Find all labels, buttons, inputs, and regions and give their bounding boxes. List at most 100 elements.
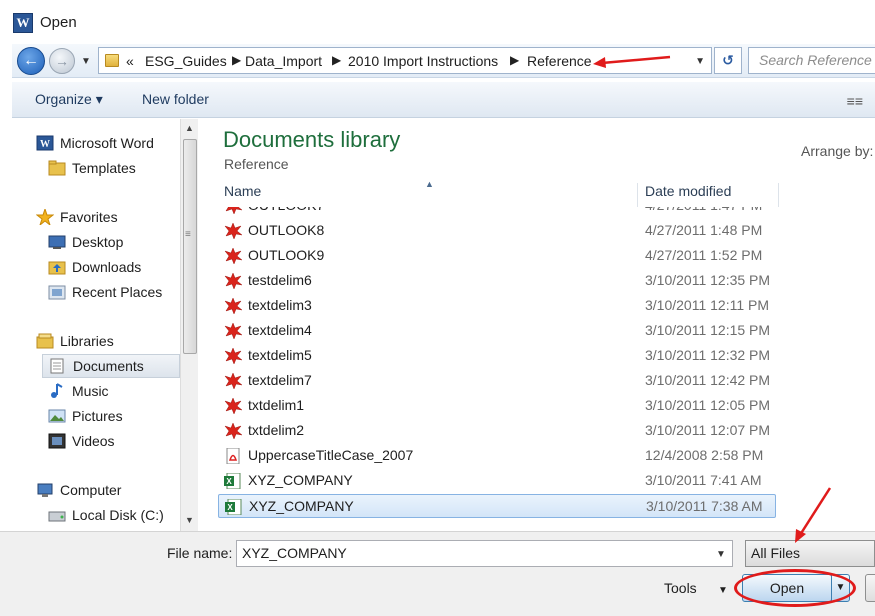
nav-item-label: Templates xyxy=(72,160,136,176)
scroll-grip-icon: ≡ xyxy=(185,229,191,240)
music-icon xyxy=(48,383,66,399)
column-header-name[interactable]: Name xyxy=(224,183,261,207)
arrange-by-menu[interactable]: Arrange by: xyxy=(801,143,873,159)
scroll-up-icon[interactable]: ▲ xyxy=(185,123,194,133)
file-name: OUTLOOK9 xyxy=(248,247,325,263)
nav-item-label: Videos xyxy=(72,433,115,449)
breadcrumb-esg-guides[interactable]: ESG_Guides xyxy=(145,53,227,69)
file-row[interactable]: OUTLOOK7 4/27/2011 1:47 PM xyxy=(218,207,776,218)
tools-dropdown-icon[interactable]: ▼ xyxy=(718,585,728,596)
file-name: testdelim6 xyxy=(248,272,312,288)
svg-text:X: X xyxy=(226,477,232,486)
breadcrumb-separator-icon[interactable]: ▶ xyxy=(332,53,341,67)
file-row[interactable]: testdelim6 3/10/2011 12:35 PM xyxy=(218,269,776,293)
breadcrumb-separator-icon[interactable]: ▶ xyxy=(510,53,519,67)
file-name: OUTLOOK8 xyxy=(248,222,325,238)
file-date-modified: 4/27/2011 1:52 PM xyxy=(645,247,763,263)
file-date-modified: 4/27/2011 1:48 PM xyxy=(645,222,763,238)
tools-menu[interactable]: Tools xyxy=(664,580,697,596)
file-name: txtdelim1 xyxy=(248,397,305,413)
breadcrumb-separator-icon[interactable]: ▶ xyxy=(232,53,241,67)
nav-item-label: Documents xyxy=(73,358,144,374)
file-list-pane: Documents library Reference Arrange by: … xyxy=(203,119,875,531)
outlook-file-icon xyxy=(224,272,243,290)
library-title: Documents library xyxy=(223,127,401,152)
dialog-footer: File name: XYZ_COMPANY ▼ All Files Tools… xyxy=(0,531,875,616)
scrollbar-thumb[interactable] xyxy=(183,139,197,354)
file-date-modified: 4/27/2011 1:47 PM xyxy=(645,207,762,213)
file-name: XYZ_COMPANY xyxy=(248,472,353,488)
file-row[interactable]: UppercaseTitleCase_2007 12/4/2008 2:58 PM xyxy=(218,444,776,468)
file-name-dropdown-icon[interactable]: ▼ xyxy=(716,549,726,560)
file-row[interactable]: txtdelim1 3/10/2011 12:05 PM xyxy=(218,394,776,418)
file-row[interactable]: txtdelim2 3/10/2011 12:07 PM xyxy=(218,419,776,443)
file-name: textdelim7 xyxy=(248,372,312,388)
outlook-file-icon xyxy=(224,397,243,415)
title-bar: W Open xyxy=(0,0,875,44)
svg-text:X: X xyxy=(227,503,233,512)
file-name: OUTLOOK7 xyxy=(248,207,324,213)
address-bar-row: ← → ▼ « ESG_Guides ▶ Data_Import ▶ 2010 … xyxy=(12,44,875,78)
nav-item-label: Local Disk (C:) xyxy=(72,507,164,523)
organize-button[interactable]: Organize ▾ xyxy=(35,91,103,108)
file-date-modified: 3/10/2011 12:35 PM xyxy=(645,272,771,288)
address-dropdown-icon[interactable]: ▼ xyxy=(695,56,705,67)
refresh-icon[interactable]: ↺ xyxy=(714,47,742,74)
back-arrow-icon[interactable]: ← xyxy=(17,47,45,75)
outlook-file-icon xyxy=(224,372,243,390)
file-date-modified: 3/10/2011 7:41 AM xyxy=(645,472,762,488)
nav-item-label: Favorites xyxy=(60,209,118,225)
column-header-date-modified[interactable]: Date modified xyxy=(645,183,731,207)
column-divider[interactable] xyxy=(778,183,779,207)
nav-item-label: Computer xyxy=(60,482,122,498)
excel-file-icon: X xyxy=(225,498,243,516)
file-name: UppercaseTitleCase_2007 xyxy=(248,447,414,463)
folder-icon xyxy=(48,160,66,176)
file-date-modified: 3/10/2011 12:07 PM xyxy=(645,422,771,438)
desktop-icon xyxy=(48,234,66,250)
column-divider[interactable] xyxy=(637,183,638,207)
annotation-arrow-icon xyxy=(593,55,671,68)
outlook-file-icon xyxy=(224,207,243,215)
breadcrumb-overflow[interactable]: « xyxy=(126,53,134,69)
navigation-scrollbar[interactable]: ▲ ≡ ▼ xyxy=(180,119,198,531)
file-name: textdelim5 xyxy=(248,347,312,363)
word-icon: W xyxy=(36,135,54,151)
file-date-modified: 3/10/2011 12:15 PM xyxy=(645,322,771,338)
cancel-button[interactable] xyxy=(865,574,875,602)
file-row[interactable]: OUTLOOK8 4/27/2011 1:48 PM xyxy=(218,219,776,243)
file-date-modified: 3/10/2011 12:42 PM xyxy=(645,372,771,388)
breadcrumb-2010-import-instructions[interactable]: 2010 Import Instructions xyxy=(348,53,498,69)
file-row[interactable]: OUTLOOK9 4/27/2011 1:52 PM xyxy=(218,244,776,268)
file-name-label: File name: xyxy=(167,545,233,561)
nav-item-label: Downloads xyxy=(72,259,142,275)
excel-file-icon: X xyxy=(224,472,242,490)
search-input[interactable]: Search Reference xyxy=(748,47,875,74)
recent-pages-dropdown-icon[interactable]: ▼ xyxy=(81,56,91,67)
nav-item-documents[interactable]: Documents xyxy=(42,354,180,378)
file-row[interactable]: textdelim7 3/10/2011 12:42 PM xyxy=(218,369,776,393)
outlook-file-icon xyxy=(224,297,243,315)
command-toolbar: Organize ▾ New folder ≡≡ xyxy=(12,82,875,118)
file-row[interactable]: X XYZ_COMPANY 3/10/2011 7:38 AM xyxy=(218,494,776,518)
breadcrumb-reference[interactable]: Reference xyxy=(527,53,592,69)
new-folder-button[interactable]: New folder xyxy=(142,91,209,107)
file-row[interactable]: textdelim5 3/10/2011 12:32 PM xyxy=(218,344,776,368)
outlook-file-icon xyxy=(224,222,243,240)
file-row[interactable]: textdelim4 3/10/2011 12:15 PM xyxy=(218,319,776,343)
library-subtitle: Reference xyxy=(224,156,289,172)
file-row[interactable]: textdelim3 3/10/2011 12:11 PM xyxy=(218,294,776,318)
forward-arrow-icon[interactable]: → xyxy=(49,48,75,74)
file-row[interactable]: X XYZ_COMPANY 3/10/2011 7:41 AM xyxy=(218,469,776,493)
sort-ascending-icon: ▲ xyxy=(425,179,434,189)
file-name: textdelim3 xyxy=(248,297,312,313)
change-view-icon[interactable]: ≡≡ xyxy=(847,93,863,109)
file-name-input[interactable]: XYZ_COMPANY xyxy=(236,540,733,567)
nav-item-label: Pictures xyxy=(72,408,123,424)
folder-icon xyxy=(105,54,119,67)
file-date-modified: 12/4/2008 2:58 PM xyxy=(645,447,764,463)
breadcrumb-data-import[interactable]: Data_Import xyxy=(245,53,322,69)
file-name: XYZ_COMPANY xyxy=(249,498,354,514)
nav-item-label: Microsoft Word xyxy=(60,135,154,151)
scroll-down-icon[interactable]: ▼ xyxy=(185,515,194,525)
